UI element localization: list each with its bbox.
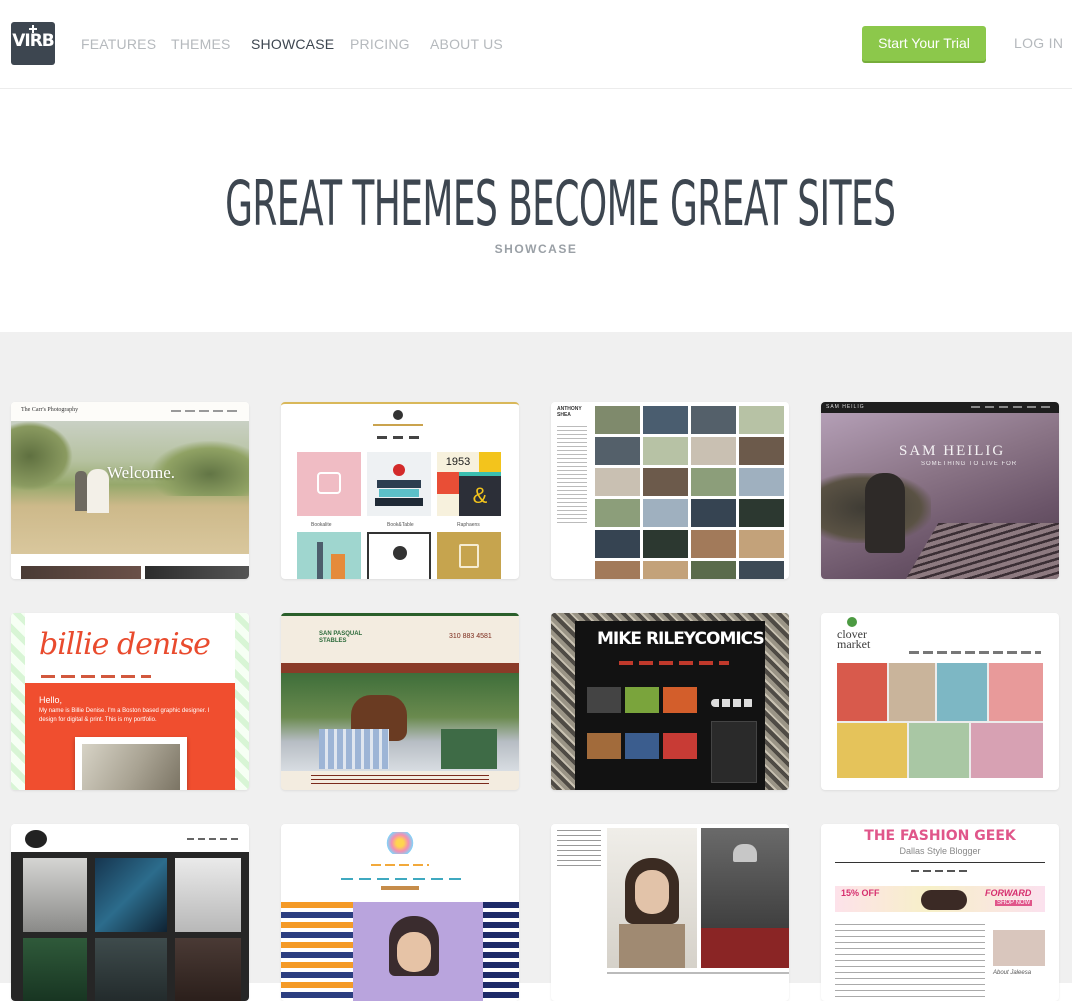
photo-thumbnail[interactable] xyxy=(643,499,688,527)
photo-thumbnail[interactable] xyxy=(739,406,784,434)
photo-thumbnail[interactable] xyxy=(691,499,736,527)
tile-pink xyxy=(297,452,361,516)
nav-themes[interactable]: THEMES xyxy=(171,36,231,52)
photo-thumbnail[interactable] xyxy=(643,530,688,558)
nav-pricing[interactable]: PRICING xyxy=(350,36,410,52)
page-subtitle: SHOWCASE xyxy=(494,242,578,256)
photo-thumbnail[interactable] xyxy=(643,561,688,579)
site-title: billie denise xyxy=(39,627,211,662)
showcase-card-editorial[interactable] xyxy=(551,824,789,1001)
top-navigation-bar: VIRB FEATURES THEMES SHOWCASE PRICING AB… xyxy=(0,0,1072,89)
site-nav xyxy=(281,663,519,673)
tile-city xyxy=(297,532,361,579)
site-menu xyxy=(557,426,587,526)
photo-thumbnail[interactable] xyxy=(595,468,640,496)
showcase-card-anthony-shea[interactable]: ANTHONY SHEA xyxy=(551,402,789,579)
product-collage xyxy=(837,663,1043,778)
showcase-card-billie-denise[interactable]: billie denise Hello, My name is Billie D… xyxy=(11,613,249,790)
showcase-card-fashion-geek[interactable]: THE FASHION GEEK Dallas Style Blogger 15… xyxy=(821,824,1059,1001)
book-icon xyxy=(317,472,341,494)
logo-icon xyxy=(25,830,47,848)
office-photo xyxy=(701,828,789,968)
photo-grid xyxy=(595,406,789,579)
photo-thumbnail[interactable] xyxy=(739,468,784,496)
showcase-card-illustration[interactable]: 1953 & Bookalite Book&Table Raphaens xyxy=(281,402,519,579)
nav-about-us[interactable]: ABOUT US xyxy=(430,36,503,52)
photo-thumbnail[interactable] xyxy=(691,468,736,496)
photo-thumbnail[interactable] xyxy=(643,468,688,496)
apple-icon xyxy=(393,464,405,476)
logo-icon xyxy=(385,832,415,854)
site-brand: The Carr's Photography xyxy=(21,407,79,413)
photo-thumbnail[interactable] xyxy=(643,437,688,465)
photo-thumbnail[interactable] xyxy=(595,561,640,579)
tile-monogram xyxy=(437,532,501,579)
horse-photo xyxy=(281,673,519,771)
logo-text: VIRB xyxy=(12,31,55,51)
tile-1953: 1953 & xyxy=(437,452,501,516)
virb-logo[interactable]: VIRB xyxy=(11,22,55,65)
photo-thumbnail[interactable] xyxy=(595,530,640,558)
login-link[interactable]: LOG IN xyxy=(1014,35,1063,51)
photo-thumbnail[interactable] xyxy=(691,561,736,579)
site-brand: SAN PASQUAL STABLES xyxy=(319,631,363,644)
showcase-card-sam-heilig[interactable]: SAM HEILIG SAM HEILIG SOMETHING TO LIVE … xyxy=(821,402,1059,579)
site-menu xyxy=(171,410,241,412)
site-subtitle: Dallas Style Blogger xyxy=(899,846,981,856)
photo-thumbnail[interactable] xyxy=(739,499,784,527)
logo-icon xyxy=(393,410,403,420)
showcase-card-mike-riley-comics[interactable]: MIKE RILEYCOMICS xyxy=(551,613,789,790)
site-title: THE FASHION GEEK xyxy=(864,828,1016,844)
showcase-card-dark-portfolio[interactable] xyxy=(11,824,249,1001)
wedding-photo: Welcome. xyxy=(11,421,249,554)
showcase-card-clover-market[interactable]: clover market xyxy=(821,613,1059,790)
page-title: GREAT THEMES BECOME GREAT SITES xyxy=(225,167,896,240)
showcase-card-stripes[interactable] xyxy=(281,824,519,1001)
promo-banner: 15% OFF FORWARD SHOP NOW xyxy=(835,886,1045,912)
photo-thumbnail[interactable] xyxy=(691,530,736,558)
showcase-card-carrs-photography[interactable]: The Carr's Photography Welcome. xyxy=(11,402,249,579)
tile-face xyxy=(367,532,431,579)
start-trial-button[interactable]: Start Your Trial xyxy=(862,26,986,61)
photo-thumbnail[interactable] xyxy=(595,406,640,434)
tile-books xyxy=(367,452,431,516)
photo-thumbnail[interactable] xyxy=(595,499,640,527)
photo-thumbnail[interactable] xyxy=(691,437,736,465)
site-title: MIKE RILEYCOMICS xyxy=(597,629,765,649)
photo-thumbnail[interactable] xyxy=(739,561,784,579)
photo-thumbnail[interactable] xyxy=(595,437,640,465)
hero-section: GREAT THEMES BECOME GREAT SITES SHOWCASE xyxy=(0,90,1072,332)
photo-thumbnail[interactable] xyxy=(739,437,784,465)
nav-features[interactable]: FEATURES xyxy=(81,36,156,52)
site-title: SAM HEILIG xyxy=(899,443,1006,459)
site-menu xyxy=(557,830,601,870)
photo-thumbnail[interactable] xyxy=(643,406,688,434)
site-brand: ANTHONY SHEA xyxy=(557,406,582,418)
portrait-photo xyxy=(607,828,697,968)
site-title: clover market xyxy=(837,627,871,651)
showcase-gallery: The Carr's Photography Welcome. 1953 & B… xyxy=(0,332,1072,1001)
hero-photo: SAM HEILIG SOMETHING TO LIVE FOR xyxy=(821,413,1059,579)
portfolio-image xyxy=(75,737,187,790)
welcome-text: Welcome. xyxy=(107,463,176,482)
clover-icon xyxy=(847,617,857,627)
showcase-card-san-pasqual[interactable]: SAN PASQUAL STABLES 310 883 4581 xyxy=(281,613,519,790)
nav-showcase[interactable]: SHOWCASE xyxy=(251,36,334,52)
photo-thumbnail[interactable] xyxy=(691,406,736,434)
photo-thumbnail[interactable] xyxy=(739,530,784,558)
